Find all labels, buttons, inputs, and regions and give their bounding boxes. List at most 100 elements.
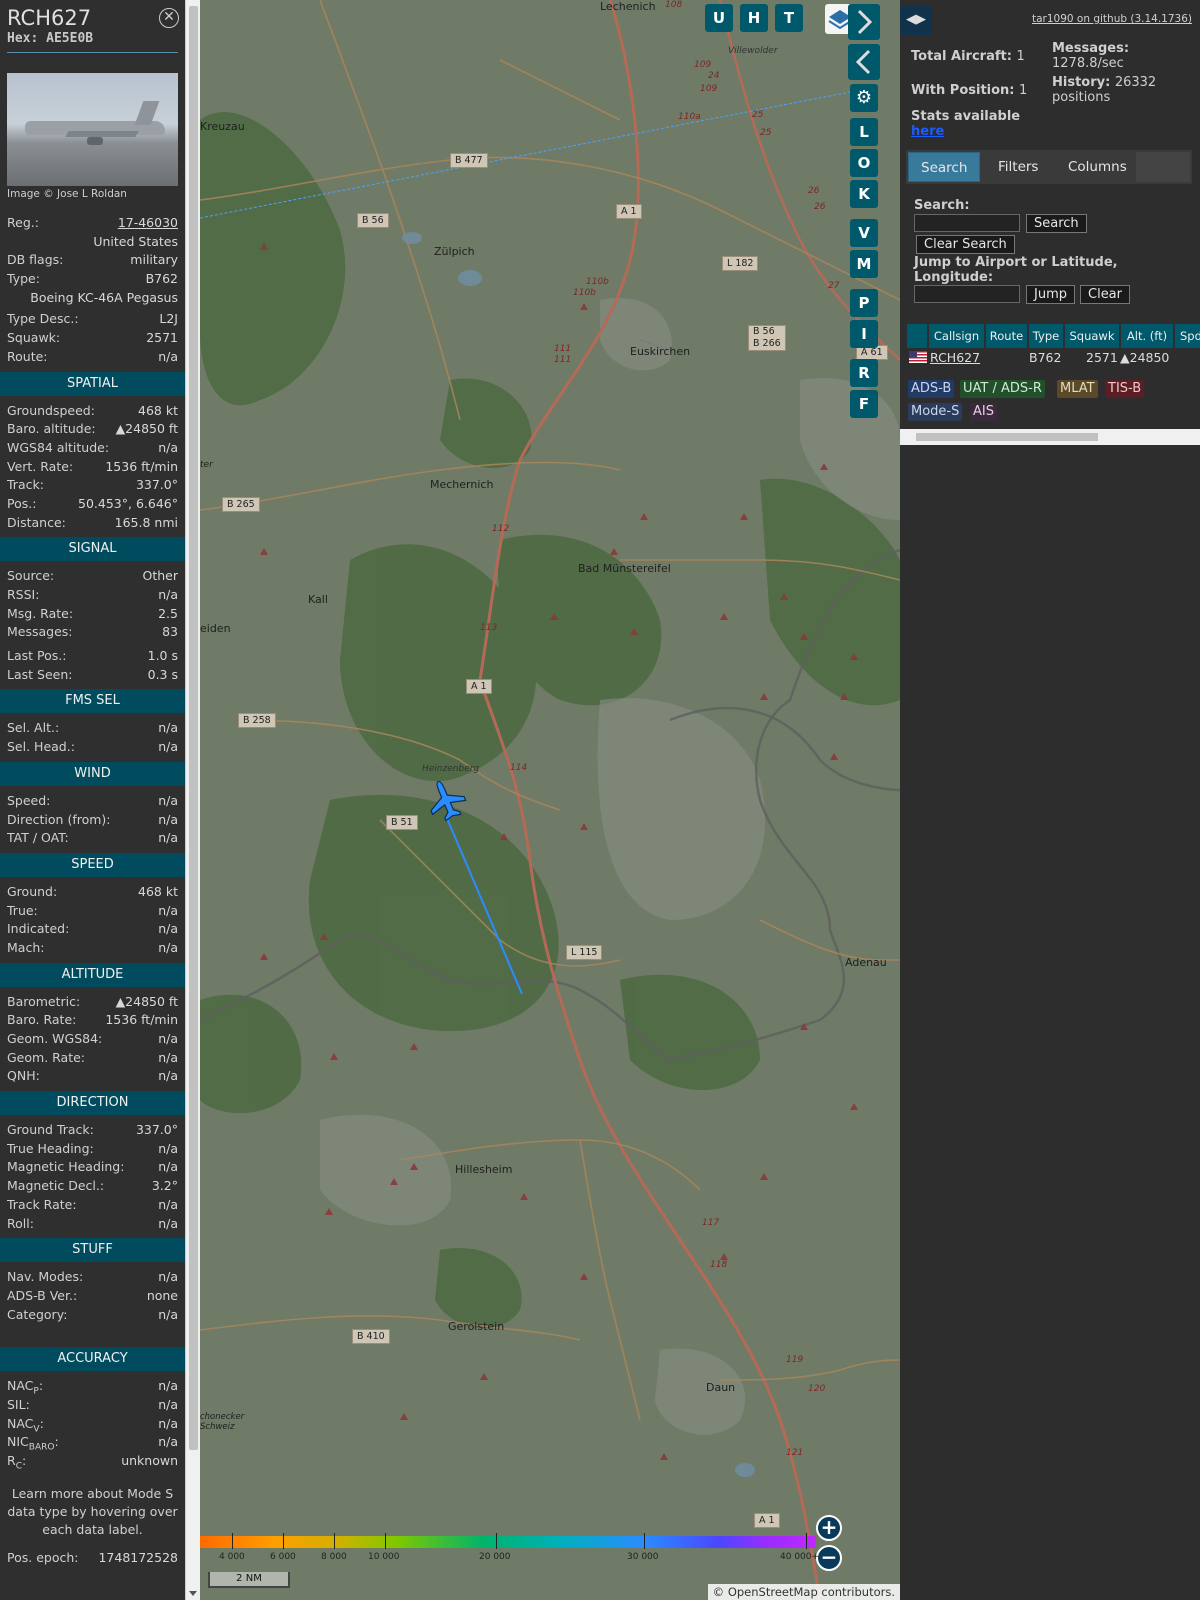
scroll-down-arrow[interactable] [189,1591,197,1596]
info-row-label: NAC [7,1378,34,1394]
search-button[interactable]: Search [1026,214,1087,233]
km-118: 118 [710,1260,728,1270]
map-button-k[interactable]: K [850,180,878,208]
town-gerolstein: Gerolstein [448,1320,505,1333]
km-111: 111 [554,344,572,354]
km-27: 27 [828,281,840,291]
info-row-value: n/a [158,902,178,918]
info-panel-scrollbar[interactable] [185,0,200,1600]
info-row-label: Last Pos.: [7,648,67,664]
github-link[interactable]: tar1090 on github (3.14.1736) [1032,13,1192,25]
map-attribution[interactable]: © OpenStreetMap contributors. [707,1584,900,1600]
map-button-r[interactable]: R [850,359,878,387]
road-l182: L 182 [722,256,759,271]
info-row: Barometric: ▲24850 ft [0,993,185,1012]
chevron-left-icon [855,49,871,75]
tab-columns[interactable]: Columns [1056,152,1139,182]
zoom-out-button[interactable]: − [816,1545,842,1571]
legend-label-6000: 6 000 [270,1552,296,1562]
legend-ais: AIS [970,403,997,421]
table-header-squawk[interactable]: Squawk [1065,324,1119,348]
expand-sidebar-button[interactable] [848,4,880,40]
info-row-label: Ground Track: [7,1122,94,1138]
row-callsign[interactable]: RCH627 [930,350,980,366]
km-114: 114 [510,763,528,773]
zoom-in-button[interactable]: + [816,1515,842,1541]
info-row-value: n/a [158,439,178,455]
aircraft-photo[interactable] [7,73,178,186]
pos-epoch-row: Pos. epoch: 1748172528 [0,1549,185,1568]
stats-available: Stats available here [911,109,1020,139]
map-view[interactable]: Kreuzau Zülpich Euskirchen Mechernich Ba… [200,0,900,1600]
settings-button[interactable]: ⚙ [850,84,878,112]
tab-filters[interactable]: Filters [986,152,1050,182]
table-horizontal-scrollbar[interactable] [900,429,1200,445]
jump-input[interactable] [914,285,1020,303]
map-button-l[interactable]: L [850,118,878,146]
tab-search[interactable]: Search [908,152,981,182]
map-button-i[interactable]: I [850,320,878,348]
info-row: Speed: n/a [0,792,185,811]
info-row: TAT / OAT: n/a [0,829,185,848]
table-header-altitude[interactable]: Alt. (ft) [1121,324,1173,348]
jump-button[interactable]: Jump [1026,285,1075,304]
search-input[interactable] [914,214,1020,232]
info-row: Msg. Rate: 2.5 [0,605,185,624]
road-b410: B 410 [352,1329,390,1344]
table-header-flag[interactable] [907,324,927,348]
legend-label-4000: 4 000 [219,1552,245,1562]
info-row-label: RSSI: [7,587,40,602]
info-row-label: Msg. Rate: [7,605,74,621]
km-117: 117 [702,1218,720,1228]
search-label: Search: [914,198,970,213]
legend-uat: UAT / ADS-R [960,380,1045,398]
close-icon[interactable]: ✕ [159,8,179,28]
clear-search-button[interactable]: Clear Search [916,235,1015,254]
table-header-speed[interactable]: Spd [1175,324,1200,348]
info-row-label-wrap: NACV: [7,1415,44,1435]
info-row-label: Speed: [7,792,51,808]
town-adenau: Adenau [845,956,887,969]
km-110b-2: 110b [573,288,596,298]
info-row-value: n/a [158,792,178,808]
info-row: NICBARO: n/a [0,1433,185,1453]
map-button-t[interactable]: T [775,4,803,32]
road-l115: L 115 [566,945,603,960]
info-row-value: n/a [158,921,178,937]
stats-here-link[interactable]: here [911,124,1020,139]
table-scroll-thumb[interactable] [916,433,1098,441]
map-button-m[interactable]: M [850,250,878,278]
history-stat: History: 26332 positions [1052,75,1192,105]
info-row-label: Mach: [7,939,45,955]
info-row-label: NAC [7,1415,34,1431]
sidebar-toggle-button[interactable]: ◀▶ [900,5,932,35]
table-header-route[interactable]: Route [986,324,1027,348]
info-row-label: Source: [7,568,55,584]
map-button-f[interactable]: F [850,390,878,418]
map-button-p[interactable]: P [850,289,878,317]
map-button-u[interactable]: U [705,4,733,32]
map-button-v[interactable]: V [850,219,878,247]
clear-jump-button[interactable]: Clear [1080,285,1130,304]
collapse-sidebar-button[interactable] [848,44,880,80]
legend-tisb: TIS-B [1105,380,1145,398]
info-row-label: Last Seen: [7,666,73,682]
with-position-label: With Position: [911,83,1015,98]
registration-link[interactable]: 17-46030 [118,214,178,233]
map-button-h[interactable]: H [740,4,768,32]
info-row-value: n/a [158,739,178,755]
road-b265: B 265 [222,497,260,512]
info-row-label: Baro. altitude: [7,421,96,437]
map-button-o[interactable]: O [850,149,878,177]
plus-icon: + [820,1515,838,1539]
info-row-label: Sel. Head.: [7,739,75,755]
info-row: QNH: n/a [0,1067,185,1086]
info-row-label: Geom. Rate: [7,1049,86,1065]
scrollbar-thumb[interactable] [189,6,198,1450]
type-full: Boeing KC-46A Pegasus [30,289,178,305]
legend-label-20000: 20 000 [479,1552,511,1562]
typedesc-label: Type Desc.: [7,311,79,327]
road-b258: B 258 [238,713,276,728]
table-header-type[interactable]: Type [1029,324,1063,348]
table-header-callsign[interactable]: Callsign [929,324,984,348]
